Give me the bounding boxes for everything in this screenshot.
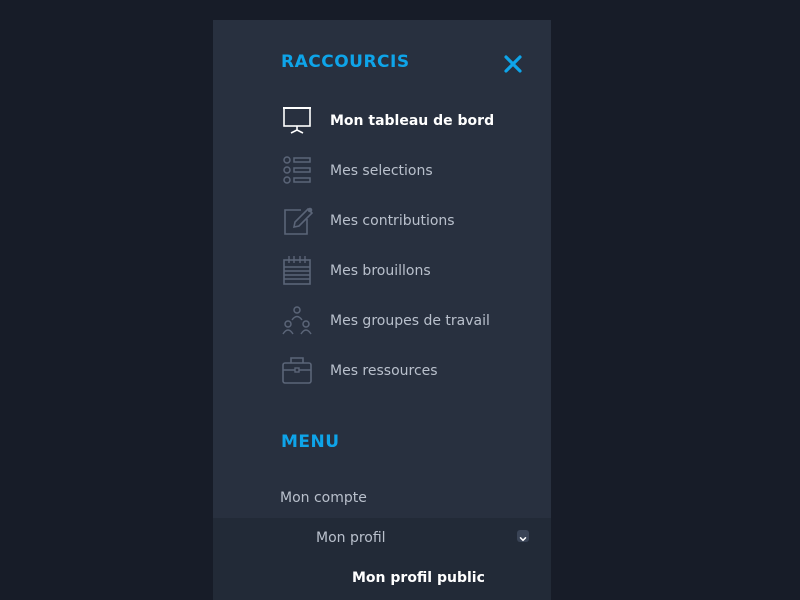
group-icon bbox=[282, 306, 312, 335]
profile-expand-toggle[interactable] bbox=[517, 530, 529, 542]
raccourcis-title: RACCOURCIS bbox=[281, 52, 410, 72]
menu-title: MENU bbox=[281, 432, 340, 452]
shortcut-selections[interactable]: Mes selections bbox=[281, 155, 531, 189]
shortcut-dashboard[interactable]: Mon tableau de bord bbox=[281, 105, 531, 139]
menu-item-public-profile[interactable]: Mon profil public bbox=[352, 570, 485, 586]
list-icon bbox=[283, 156, 311, 184]
shortcuts-panel: RACCOURCIS Mon tableau de bord Mes selec… bbox=[213, 20, 551, 600]
edit-icon bbox=[284, 207, 313, 235]
dashboard-presentation-icon bbox=[283, 107, 311, 134]
shortcut-resources[interactable]: Mes ressources bbox=[281, 355, 531, 389]
shortcut-drafts[interactable]: Mes brouillons bbox=[281, 255, 531, 289]
shortcut-label: Mon tableau de bord bbox=[330, 113, 495, 129]
close-icon bbox=[504, 55, 522, 73]
menu-item-profile[interactable]: Mon profil bbox=[316, 530, 386, 546]
briefcase-icon bbox=[282, 357, 312, 384]
notepad-icon bbox=[283, 256, 311, 285]
shortcut-contributions[interactable]: Mes contributions bbox=[281, 205, 531, 239]
shortcut-label: Mes contributions bbox=[330, 213, 455, 229]
shortcut-label: Mes groupes de travail bbox=[330, 313, 490, 329]
shortcut-label: Mes ressources bbox=[330, 363, 438, 379]
close-button[interactable] bbox=[503, 54, 523, 74]
menu-item-account[interactable]: Mon compte bbox=[280, 490, 367, 506]
chevron-down-icon bbox=[519, 537, 527, 542]
shortcut-workgroups[interactable]: Mes groupes de travail bbox=[281, 305, 531, 339]
shortcut-label: Mes brouillons bbox=[330, 263, 431, 279]
shortcut-label: Mes selections bbox=[330, 163, 433, 179]
